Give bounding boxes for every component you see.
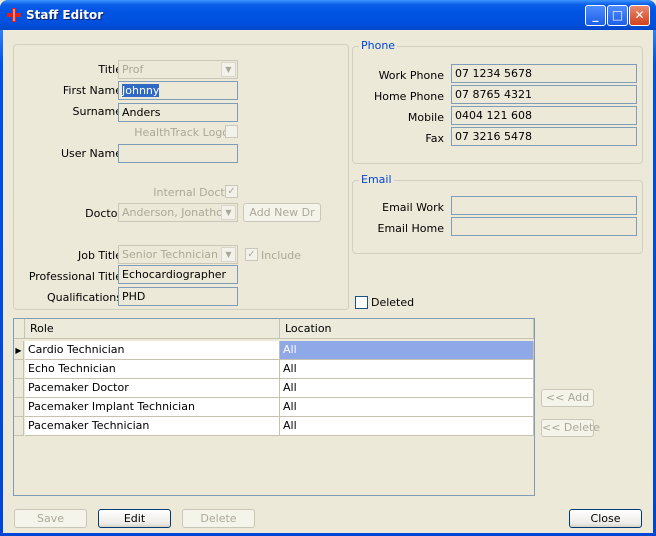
phone-group: Phone Work Phone 07 1234 5678 Home Phone… [352, 39, 643, 164]
edit-button[interactable]: Edit [98, 509, 171, 528]
details-group: Title Prof ▼ First Name Johnny Surname A… [13, 44, 349, 310]
table-row[interactable]: Pacemaker Implant Technician All [14, 398, 534, 417]
checkmark-icon: ✓ [247, 249, 256, 260]
chevron-down-icon: ▼ [221, 247, 236, 262]
close-button[interactable]: Close [569, 509, 642, 528]
staff-editor-window: Staff Editor _ □ ✕ Title Prof ▼ First Na… [0, 0, 656, 536]
email-home-label: Email Home [377, 222, 445, 235]
role-cell[interactable]: Cardio Technician [25, 341, 280, 360]
client-area: Title Prof ▼ First Name Johnny Surname A… [3, 30, 653, 533]
role-cell[interactable]: Echo Technician [25, 360, 280, 379]
doctor-label: Doctor [85, 207, 122, 220]
fax-label: Fax [425, 132, 444, 145]
grid-corner-header [14, 319, 25, 339]
fax-field[interactable]: 07 3216 5478 [451, 127, 637, 146]
close-window-button[interactable]: ✕ [629, 5, 650, 26]
home-phone-value: 07 8765 4321 [455, 88, 532, 101]
location-cell[interactable]: All [280, 341, 534, 360]
phone-legend: Phone [359, 39, 398, 52]
location-cell[interactable]: All [280, 360, 534, 379]
fax-value: 07 3216 5478 [455, 130, 532, 143]
location-cell[interactable]: All [280, 398, 534, 417]
maximize-icon: □ [611, 8, 624, 22]
app-cross-icon [7, 8, 21, 22]
qualifications-label: Qualifications [46, 291, 122, 304]
table-row[interactable]: ▶ Cardio Technician All [14, 341, 534, 360]
surname-field[interactable]: Anders [118, 103, 238, 122]
home-phone-field[interactable]: 07 8765 4321 [451, 85, 637, 104]
deleted-label: Deleted [371, 296, 415, 309]
window-title: Staff Editor [26, 8, 104, 22]
first-name-value: Johnny [122, 84, 160, 97]
email-group: Email Email Work Email Home [352, 173, 643, 254]
table-row[interactable]: Pacemaker Doctor All [14, 379, 534, 398]
qualifications-value: PHD [122, 290, 146, 303]
location-cell[interactable]: All [280, 379, 534, 398]
title-bar[interactable]: Staff Editor _ □ ✕ [0, 0, 656, 30]
work-phone-field[interactable]: 07 1234 5678 [451, 64, 637, 83]
work-phone-label: Work Phone [378, 69, 444, 82]
user-name-field[interactable] [118, 144, 238, 163]
role-cell[interactable]: Pacemaker Doctor [25, 379, 280, 398]
add-new-dr-button[interactable]: Add New Dr [243, 203, 321, 222]
row-indicator [14, 398, 24, 417]
user-name-label: User Name [60, 147, 122, 160]
job-title-combo[interactable]: Senior Technician ▼ [118, 245, 238, 264]
healthtrack-logon-checkbox[interactable] [225, 125, 238, 138]
minimize-icon: _ [592, 8, 599, 22]
doctor-combo[interactable]: Anderson, Jonathon ▼ [118, 203, 238, 222]
first-name-label: First Name [62, 84, 122, 97]
role-column-header[interactable]: Role [25, 319, 280, 339]
mobile-field[interactable]: 0404 121 608 [451, 106, 637, 125]
add-role-button[interactable]: << Add [541, 389, 594, 407]
row-indicator [14, 360, 24, 379]
internal-doctor-checkbox[interactable]: ✓ [225, 185, 238, 198]
email-home-field[interactable] [451, 217, 637, 236]
professional-title-value: Echocardiographer [122, 268, 227, 281]
first-name-field[interactable]: Johnny [118, 81, 238, 100]
job-title-combo-value: Senior Technician [122, 248, 219, 261]
email-legend: Email [359, 173, 394, 186]
maximize-button[interactable]: □ [607, 5, 628, 26]
delete-button[interactable]: Delete [182, 509, 255, 528]
title-combo[interactable]: Prof ▼ [118, 60, 238, 79]
chevron-down-icon: ▼ [221, 62, 236, 77]
delete-role-button[interactable]: << Delete [541, 419, 600, 437]
home-phone-label: Home Phone [373, 90, 444, 103]
location-column-header[interactable]: Location [280, 319, 534, 339]
row-pointer-icon: ▶ [14, 341, 24, 360]
email-work-label: Email Work [382, 201, 444, 214]
row-indicator [14, 417, 24, 436]
qualifications-field[interactable]: PHD [118, 287, 238, 306]
internal-doctor-label: Internal Doctor [153, 186, 236, 199]
location-cell[interactable]: All [280, 417, 534, 436]
deleted-checkbox[interactable] [355, 296, 368, 309]
healthtrack-logon-label: HealthTrack Logon [134, 126, 236, 139]
work-phone-value: 07 1234 5678 [455, 67, 532, 80]
include-label: Include [261, 249, 302, 262]
roles-grid: Role Location ▶ Cardio Technician All Ec… [13, 318, 535, 496]
title-combo-value: Prof [122, 63, 144, 76]
role-cell[interactable]: Pacemaker Implant Technician [25, 398, 280, 417]
minimize-button[interactable]: _ [585, 5, 606, 26]
email-work-field[interactable] [451, 196, 637, 215]
close-icon: ✕ [634, 8, 645, 22]
role-cell[interactable]: Pacemaker Technician [25, 417, 280, 436]
surname-value: Anders [122, 106, 161, 119]
professional-title-label: Professional Title [28, 270, 122, 283]
mobile-label: Mobile [407, 111, 444, 124]
include-checkbox[interactable]: ✓ [245, 248, 258, 261]
surname-label: Surname [72, 105, 122, 118]
chevron-down-icon: ▼ [221, 205, 236, 220]
save-button[interactable]: Save [14, 509, 87, 528]
table-row[interactable]: Echo Technician All [14, 360, 534, 379]
professional-title-field[interactable]: Echocardiographer [118, 265, 238, 284]
checkmark-icon: ✓ [227, 186, 236, 197]
mobile-value: 0404 121 608 [455, 109, 532, 122]
row-indicator [14, 379, 24, 398]
job-title-label: Job Title [77, 249, 122, 262]
table-row[interactable]: Pacemaker Technician All [14, 417, 534, 436]
doctor-combo-value: Anderson, Jonathon [122, 206, 230, 219]
